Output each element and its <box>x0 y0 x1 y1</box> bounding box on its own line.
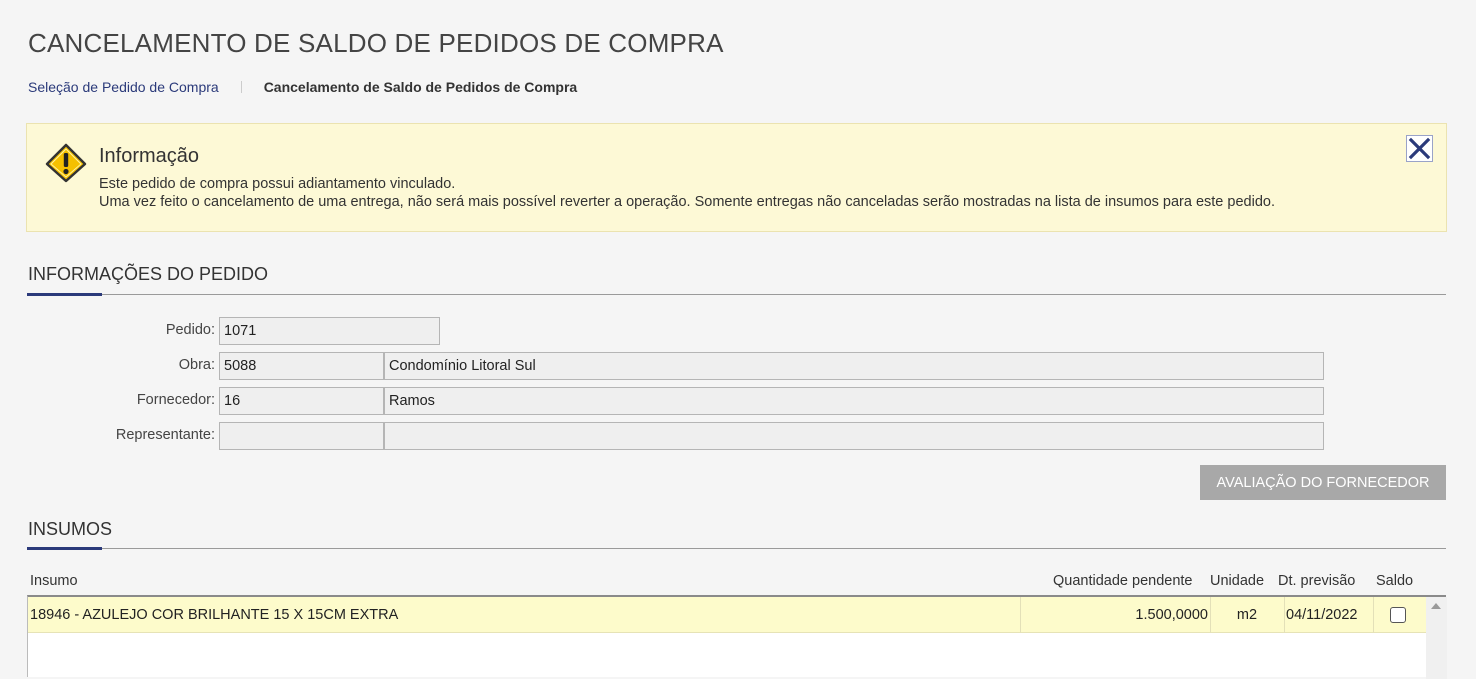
representante-label: Representante: <box>115 427 215 443</box>
cell-divider <box>1373 597 1374 633</box>
page-title: CANCELAMENTO DE SALDO DE PEDIDOS DE COMP… <box>28 28 724 58</box>
breadcrumb-link-selecao[interactable]: Seleção de Pedido de Compra <box>28 79 219 95</box>
info-title: Informação <box>99 145 200 167</box>
section-title-insumos: INSUMOS <box>28 519 113 539</box>
section-divider <box>27 548 1446 549</box>
breadcrumb-separator <box>240 81 242 93</box>
obra-name-field[interactable]: Condomínio Litoral Sul <box>384 352 1324 380</box>
scroll-up-arrow-icon[interactable] <box>1431 603 1441 609</box>
pedido-field[interactable]: 1071 <box>219 317 440 345</box>
supplier-evaluation-button[interactable]: AVALIAÇÃO DO FORNECEDOR <box>1200 465 1446 500</box>
cell-quantidade: 1.500,0000 <box>1135 607 1208 623</box>
table-row[interactable]: 18946 - AZULEJO COR BRILHANTE 15 X 15CM … <box>28 597 1426 633</box>
column-header-saldo[interactable]: Saldo <box>1376 573 1413 589</box>
cell-previsao: 04/11/2022 <box>1286 607 1358 623</box>
info-message-box: Informação Este pedido de compra possui … <box>26 123 1447 232</box>
column-header-quantidade[interactable]: Quantidade pendente <box>1053 573 1193 589</box>
section-accent <box>27 293 102 296</box>
info-message-line: Este pedido de compra possui adiantament… <box>99 176 456 192</box>
column-header-unidade[interactable]: Unidade <box>1210 573 1264 589</box>
fornecedor-label: Fornecedor: <box>136 392 215 408</box>
cell-divider <box>1284 597 1285 633</box>
fornecedor-name-field[interactable]: Ramos <box>384 387 1324 415</box>
warning-icon <box>45 143 87 183</box>
breadcrumb-current: Cancelamento de Saldo de Pedidos de Comp… <box>263 79 578 95</box>
info-message-line: Uma vez feito o cancelamento de uma entr… <box>99 194 1275 210</box>
obra-label: Obra: <box>178 357 215 373</box>
column-header-insumo[interactable]: Insumo <box>30 573 78 589</box>
cell-unidade: m2 <box>1236 607 1258 623</box>
fornecedor-code-field[interactable]: 16 <box>219 387 384 415</box>
breadcrumb: Seleção de Pedido de Compra Cancelamento… <box>28 79 577 95</box>
representante-code-field[interactable] <box>219 422 384 450</box>
section-divider <box>27 294 1446 295</box>
pedido-label: Pedido: <box>165 322 215 338</box>
close-icon[interactable] <box>1406 135 1433 162</box>
cell-insumo: 18946 - AZULEJO COR BRILHANTE 15 X 15CM … <box>30 607 399 623</box>
section-accent <box>27 547 102 550</box>
representante-name-field[interactable] <box>384 422 1324 450</box>
obra-code-field[interactable]: 5088 <box>219 352 384 380</box>
grid-scrollbar[interactable] <box>1426 597 1447 679</box>
insumos-grid: 18946 - AZULEJO COR BRILHANTE 15 X 15CM … <box>27 595 1447 679</box>
saldo-checkbox[interactable] <box>1390 607 1406 623</box>
section-title-order: INFORMAÇÕES DO PEDIDO <box>28 264 269 284</box>
column-header-previsao[interactable]: Dt. previsão <box>1278 573 1355 589</box>
